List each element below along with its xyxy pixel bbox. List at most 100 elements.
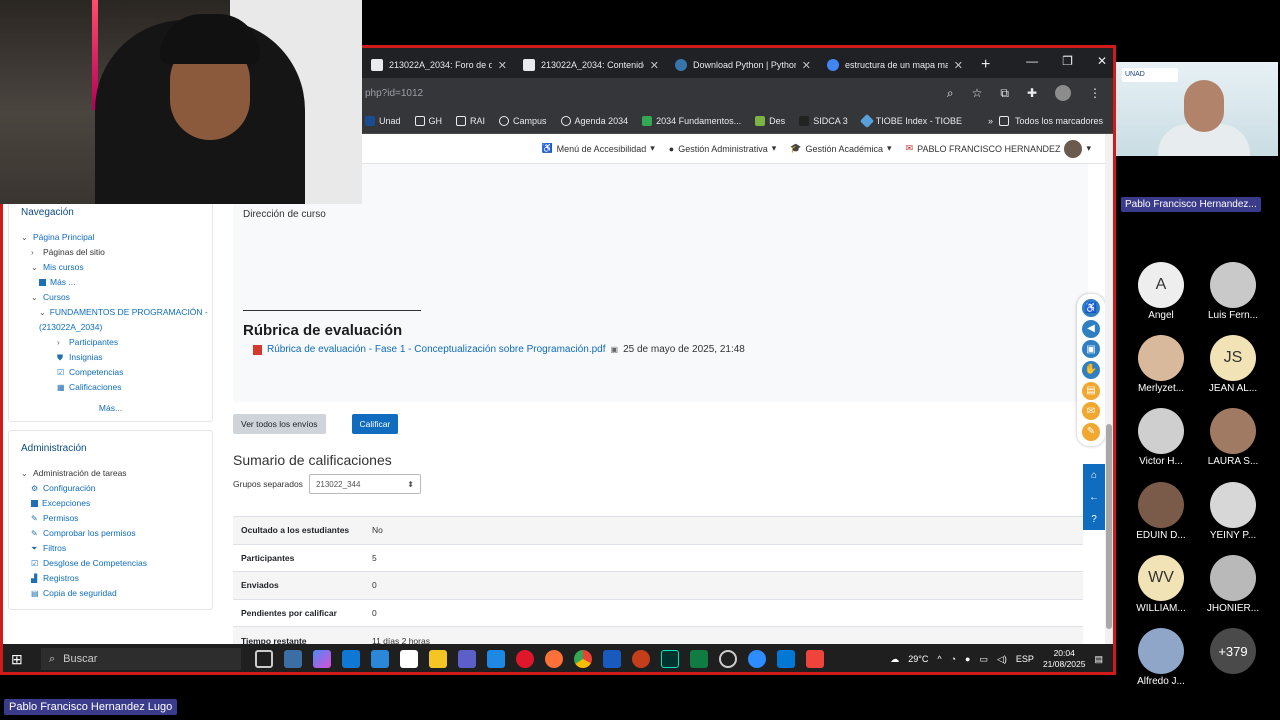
nav-item-course[interactable]: ⌄ FUNDAMENTOS DE PROGRAMACIÓN - [21,305,208,320]
powerpoint-icon[interactable] [632,650,650,668]
academic-management-menu[interactable]: 🎓 Gestión Académica ▾ [790,143,891,154]
explorer-icon[interactable] [429,650,447,668]
browser-tab[interactable]: Download Python | Python ✕ [667,52,819,78]
extension-icon[interactable]: ⧉ [1000,86,1009,101]
bookmark[interactable]: TIOBE Index - TIOBE [859,113,962,128]
mail-icon[interactable]: ✉ [1082,402,1100,421]
close-tab-icon[interactable]: ✕ [954,59,963,72]
nav-item-grades[interactable]: ▦ Calificaciones [21,380,200,395]
nav-item-course-code[interactable]: (213022A_2034) [21,320,200,335]
help-icon[interactable]: ? [1091,514,1097,525]
bookmark[interactable]: GH [414,115,442,126]
participant-tile[interactable]: Alfredo J... [1128,628,1194,687]
app-icon[interactable] [487,650,505,668]
anydesk-icon[interactable] [806,650,824,668]
app-icon[interactable] [719,650,737,668]
new-tab-button[interactable]: + [971,52,1000,78]
volume-icon[interactable]: ◁) [997,654,1007,665]
bookmark[interactable]: Des [755,115,785,126]
view-all-submissions-button[interactable]: Ver todos los envíos [233,414,326,434]
admin-item-check-permissions[interactable]: ✎ Comprobar los permisos [21,526,200,541]
windows-start-icon[interactable]: ⊞ [11,651,33,668]
app-icon[interactable] [371,650,389,668]
admin-management-menu[interactable]: ● Gestión Administrativa ▾ [669,143,777,154]
all-bookmarks[interactable]: » Todos los marcadores [988,115,1113,126]
participant-tile[interactable]: JHONIER... [1200,555,1266,614]
task-view-icon[interactable] [255,650,273,668]
participant-tile[interactable]: LAURA S... [1200,408,1266,467]
chevron-right-icon[interactable]: » [988,116,993,126]
menu-dots-icon[interactable]: ⋮ [1089,86,1101,100]
taskbar-search[interactable]: ⌕ Buscar [41,648,241,670]
language-indicator[interactable]: ESP [1016,654,1034,664]
store-icon[interactable] [400,650,418,668]
admin-item-logs[interactable]: ▟ Registros [21,571,200,586]
accessibility-icon[interactable]: ♿ [1082,299,1100,318]
nav-item-participants[interactable]: › Participantes [21,335,200,350]
profile-avatar[interactable] [1055,85,1071,101]
participant-tile[interactable]: JS JEAN AL... [1200,335,1266,394]
battery-icon[interactable]: ▭ [979,654,988,665]
admin-item-permissions[interactable]: ✎ Permisos [21,511,200,526]
word-icon[interactable] [603,650,621,668]
close-tab-icon[interactable]: ✕ [802,59,811,72]
bookmark[interactable]: SIDCA 3 [799,115,848,126]
opera-icon[interactable] [516,650,534,668]
page-scrollbar[interactable] [1105,134,1113,644]
browser-tab[interactable]: 213022A_2034: Contenido ✕ [515,52,667,78]
nav-item-home[interactable]: ⌄ Página Principal [21,230,200,245]
admin-item-overrides[interactable]: Excepciones [21,496,200,511]
vscode-icon[interactable] [777,650,795,668]
participant-tile[interactable]: A Angel [1128,262,1194,321]
bookmark[interactable]: Agenda 2034 [560,115,628,126]
browser-tab[interactable]: 213022A_2034: Foro de di ✕ [363,52,515,78]
nav-item-more-courses[interactable]: Más ... [21,275,200,290]
zoom-icon[interactable] [748,650,766,668]
speaker-icon[interactable]: ◀ [1082,319,1100,338]
user-menu[interactable]: ✉ PABLO FRANCISCO HERNANDEZ ▾ [906,139,1091,158]
groups-select[interactable]: 213022_344 ⬍ [308,474,421,494]
more-participants-tile[interactable]: +379 [1200,628,1266,674]
admin-item-competency-breakdown[interactable]: ☑ Desglose de Competencias [21,556,200,571]
grade-button[interactable]: Calificar [351,414,399,434]
audition-icon[interactable] [661,650,679,668]
close-window-icon[interactable]: ✕ [1097,54,1107,68]
nav-item-site-pages[interactable]: › Páginas del sitio [21,245,200,260]
admin-item-filters[interactable]: ⏷ Filtros [21,541,200,556]
participant-tile[interactable]: WV WILLIAM... [1128,555,1194,614]
bookmark[interactable]: RAI [456,115,485,126]
hand-icon[interactable]: ✋ [1082,360,1100,379]
arrow-left-icon[interactable]: ← [1089,492,1099,503]
bookmark[interactable]: 2034 Fundamentos... [642,115,741,126]
app-icon[interactable] [284,650,302,668]
excel-icon[interactable] [690,650,708,668]
chat-icon[interactable]: ✎ [1082,422,1100,441]
accessibility-menu[interactable]: ♿ Menú de Accesibilidad ▾ [541,143,654,154]
minimize-icon[interactable]: — [1026,54,1038,68]
nav-more-link[interactable]: Más... [21,403,200,413]
participant-tile[interactable]: Merlyzet... [1128,335,1194,394]
chrome-icon[interactable] [574,650,592,668]
participant-tile[interactable]: Victor H... [1128,408,1194,467]
bookmark[interactable]: Campus [499,115,547,126]
home-icon[interactable]: ⌂ [1091,470,1097,481]
teams-icon[interactable] [458,650,476,668]
participant-tile[interactable]: EDUIN D... [1128,482,1194,541]
participant-tile[interactable]: YEINY P... [1200,482,1266,541]
browser-tab[interactable]: estructura de un mapa ma ✕ [819,52,971,78]
copilot-icon[interactable] [313,650,331,668]
chevron-up-icon[interactable]: ^ [937,654,941,664]
zoom-icon[interactable]: ⌕ [947,86,954,101]
star-icon[interactable]: ☆ [972,86,983,100]
admin-item-settings[interactable]: ⚙ Configuración [21,481,200,496]
image-icon[interactable]: ▣ [1082,340,1100,359]
weather-temperature[interactable]: 29°C [908,654,928,664]
participant-tile[interactable]: Luis Fern... [1200,262,1266,321]
outlook-icon[interactable] [342,650,360,668]
notifications-icon[interactable]: ▤ [1094,654,1103,665]
admin-item-backup[interactable]: ▤ Copia de seguridad [21,586,200,601]
taskbar-clock[interactable]: 20:04 21/08/2025 [1043,648,1086,670]
network-icon[interactable]: ◔ [951,654,956,664]
document-icon[interactable]: ▤ [1082,381,1100,400]
firefox-icon[interactable] [545,650,563,668]
